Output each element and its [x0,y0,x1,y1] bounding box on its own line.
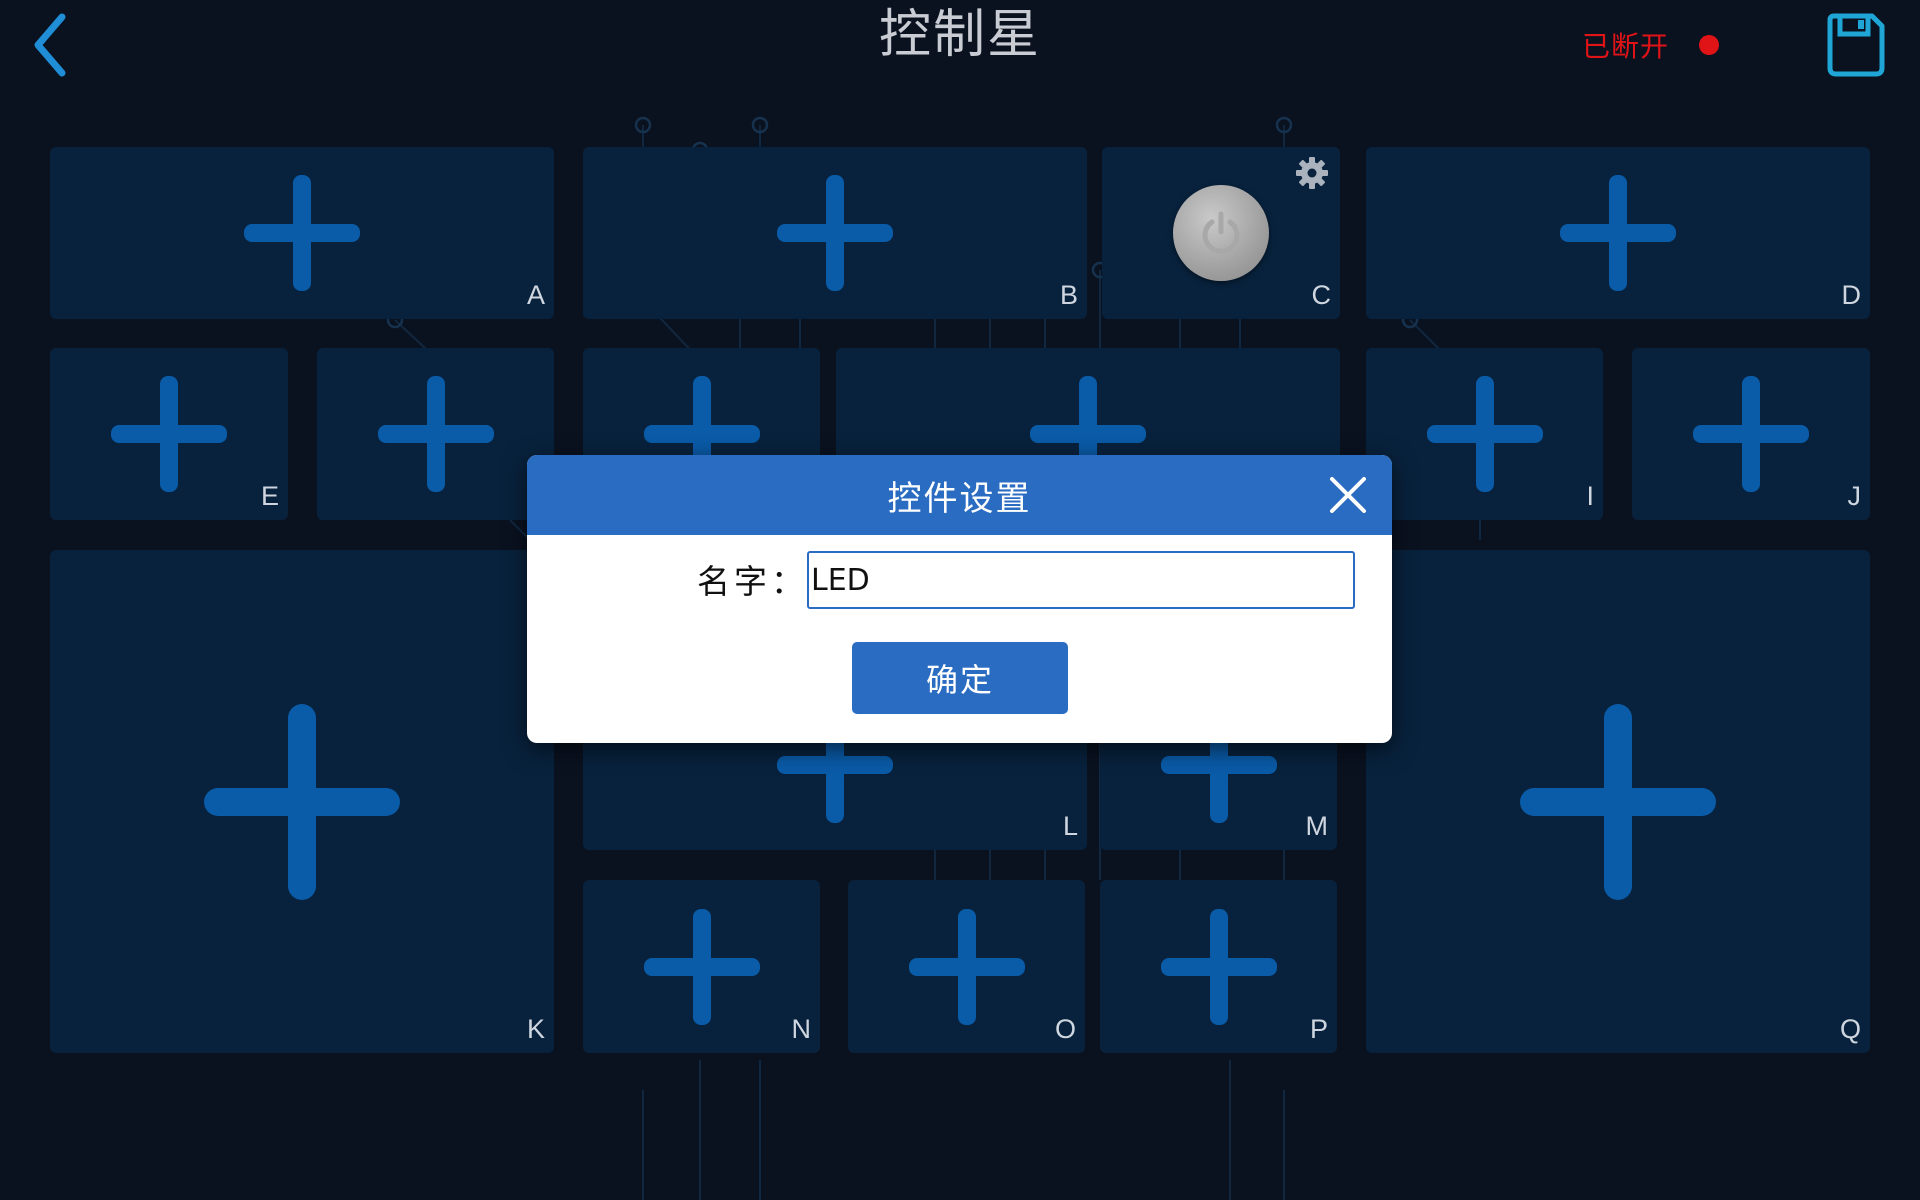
control-slot-d[interactable]: D [1366,147,1870,319]
control-settings-dialog: 控件设置 名字： 确定 [527,455,1392,743]
status-dot-icon [1699,35,1720,55]
floppy-disk-icon [1827,13,1885,77]
plus-icon [111,376,227,492]
control-slot-k[interactable]: K [50,550,554,1053]
plus-icon [777,175,893,291]
control-slot-n[interactable]: N [583,880,820,1053]
control-slot-i[interactable]: I [1366,348,1603,520]
close-icon[interactable] [1328,475,1368,515]
slot-label: O [1054,1014,1076,1044]
slot-label: A [526,280,545,310]
slot-label: I [1586,481,1594,511]
control-slot-f[interactable] [317,348,554,520]
slot-label: M [1305,811,1329,841]
name-row: 名字： [527,549,1392,615]
plus-icon [1160,908,1277,1025]
slot-label: N [791,1014,812,1044]
slot-label: D [1841,280,1862,310]
plus-icon [1520,703,1716,900]
plus-icon [643,908,760,1025]
plus-icon [204,703,400,900]
slot-label: K [526,1014,545,1044]
plus-icon [244,175,360,291]
plus-icon [908,908,1025,1025]
control-slot-q[interactable]: Q [1366,550,1870,1053]
slot-label: P [1309,1014,1328,1044]
control-slot-c[interactable]: C [1102,147,1340,319]
dialog-title: 控件设置 [887,478,1032,519]
name-label: 名字： [697,562,808,601]
plus-icon [1560,175,1676,291]
plus-icon [1693,376,1809,492]
dialog-header: 控件设置 [527,455,1392,535]
control-slot-a[interactable]: A [50,147,554,319]
connection-status-text: 已断开 [1582,30,1670,63]
slot-label: J [1847,481,1862,511]
slot-label: B [1059,280,1078,310]
save-button[interactable] [1824,12,1888,78]
slot-label: Q [1839,1014,1861,1044]
control-slot-j[interactable]: J [1632,348,1870,520]
confirm-button[interactable]: 确定 [852,642,1068,714]
name-input[interactable] [807,551,1355,609]
control-slot-p[interactable]: P [1100,880,1337,1053]
power-switch[interactable] [1173,185,1269,281]
power-icon [1202,211,1240,254]
slot-label: C [1311,280,1332,310]
control-slot-e[interactable]: E [50,348,288,520]
connection-status: 已断开 [1582,22,1720,68]
slot-label: E [260,481,279,511]
control-slot-o[interactable]: O [848,880,1085,1053]
plus-icon [1426,376,1543,492]
control-slot-b[interactable]: B [583,147,1087,319]
slot-label: L [1062,811,1078,841]
plus-icon [377,376,494,492]
gear-icon[interactable] [1294,155,1330,191]
